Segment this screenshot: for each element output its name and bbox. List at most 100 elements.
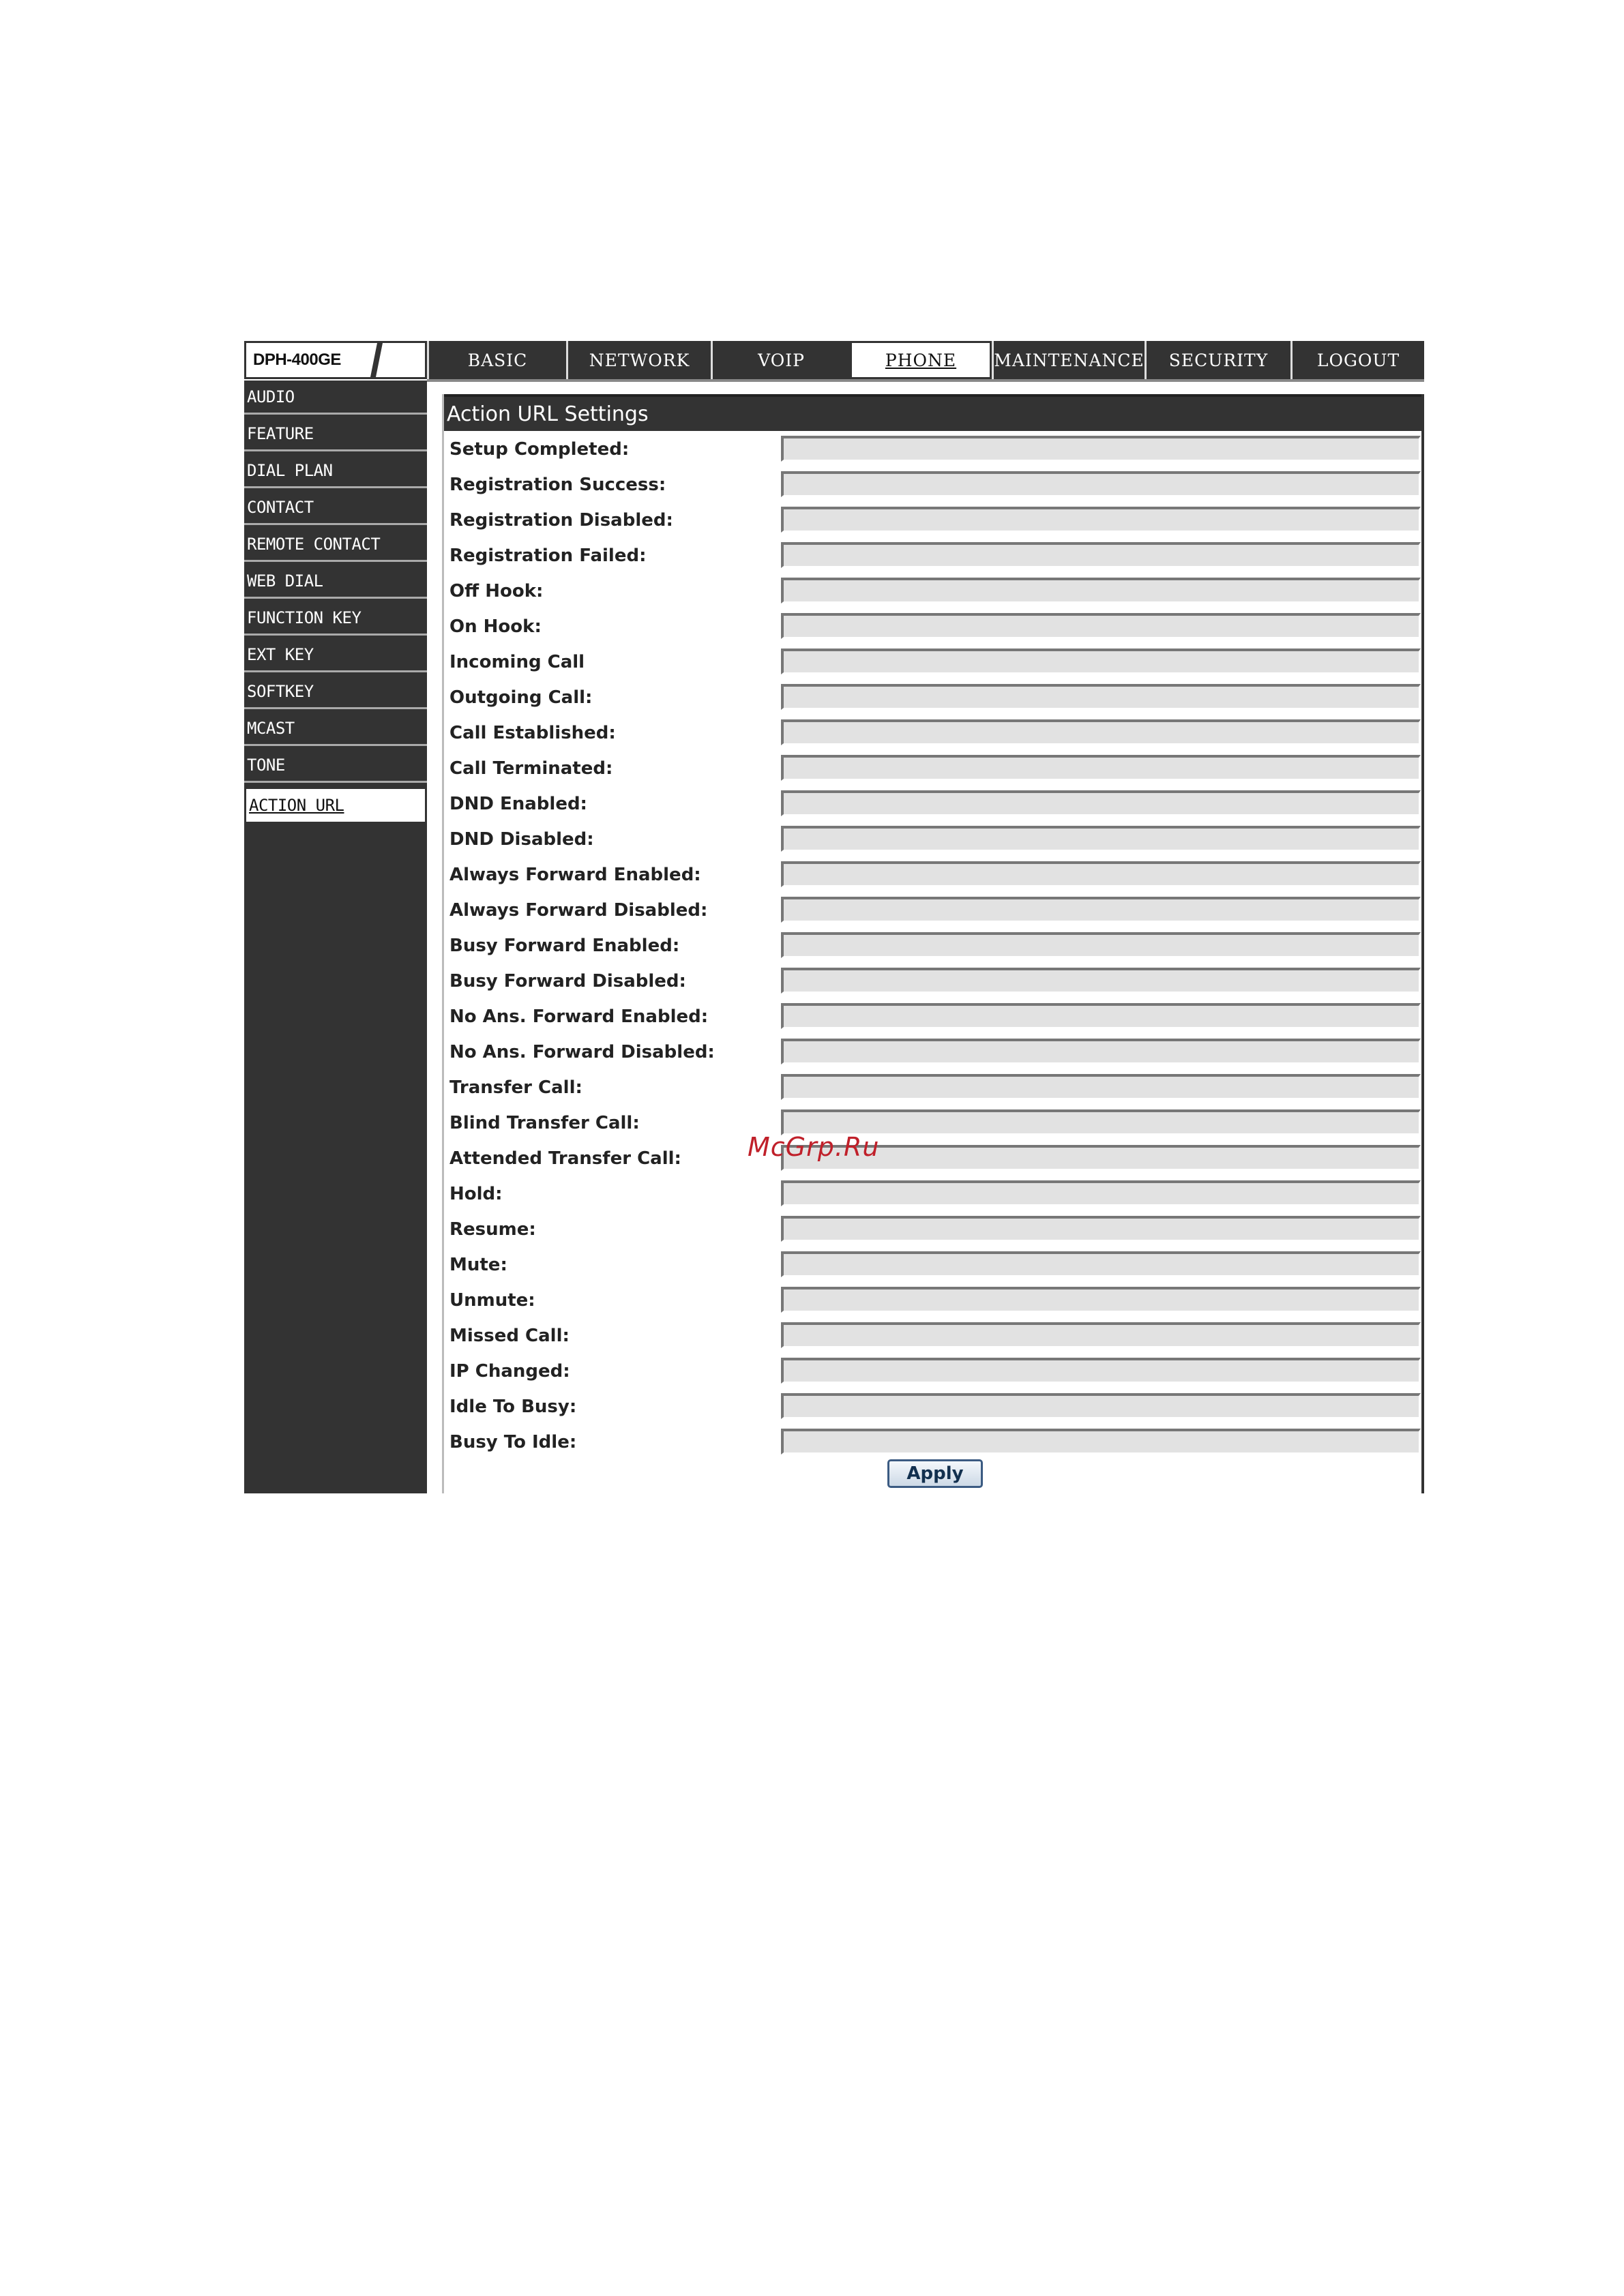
sidebar-item-audio[interactable]: AUDIO <box>244 381 427 415</box>
sidebar-item-tone[interactable]: TONE <box>244 749 427 783</box>
registration-disabled-url-input[interactable] <box>781 507 1421 533</box>
brand-logo: DPH-400GE <box>244 341 427 379</box>
field-row: DND Disabled: <box>444 824 1421 859</box>
field-row: Mute: <box>444 1249 1421 1285</box>
unmute-url-input[interactable] <box>781 1287 1421 1313</box>
watermark: McGrp.Ru <box>748 1132 880 1162</box>
field-label: Registration Disabled: <box>449 510 673 531</box>
field-label: Mute: <box>449 1255 507 1275</box>
field-row: IP Changed: <box>444 1356 1421 1391</box>
field-label: Idle To Busy: <box>449 1397 577 1417</box>
field-row: Outgoing Call: <box>444 682 1421 717</box>
busy-to-idle-url-input[interactable] <box>781 1429 1421 1455</box>
sidebar-item-ext-key[interactable]: EXT KEY <box>244 638 427 672</box>
field-label: Transfer Call: <box>449 1077 582 1098</box>
tab-divider <box>427 379 1424 382</box>
idle-to-busy-url-input[interactable] <box>781 1393 1421 1419</box>
sidebar-item-mcast[interactable]: MCAST <box>244 712 427 746</box>
web-admin-window: DPH-400GE BASIC NETWORK VOIP PHONE MAINT… <box>244 341 1424 1493</box>
field-label: Busy Forward Disabled: <box>449 971 686 992</box>
outgoing-call-url-input[interactable] <box>781 684 1421 710</box>
field-row: Unmute: <box>444 1285 1421 1320</box>
sidebar-item-softkey[interactable]: SOFTKEY <box>244 675 427 709</box>
field-row: Busy Forward Enabled: <box>444 930 1421 966</box>
registration-success-url-input[interactable] <box>781 471 1421 497</box>
field-label: On Hook: <box>449 616 542 637</box>
main-tabs: BASIC NETWORK VOIP PHONE MAINTENANCE SEC… <box>427 341 1424 379</box>
tab-logout[interactable]: LOGOUT <box>1290 341 1424 379</box>
field-row: Registration Success: <box>444 469 1421 505</box>
hold-url-input[interactable] <box>781 1180 1421 1206</box>
field-row: On Hook: <box>444 611 1421 646</box>
apply-button[interactable]: Apply <box>887 1459 983 1488</box>
tab-basic[interactable]: BASIC <box>427 341 566 379</box>
incoming-call-url-input[interactable] <box>781 648 1421 674</box>
off-hook-url-input[interactable] <box>781 578 1421 603</box>
tab-network[interactable]: NETWORK <box>566 341 711 379</box>
field-row: No Ans. Forward Enabled: <box>444 1001 1421 1037</box>
always-forward-enabled-url-input[interactable] <box>781 861 1421 887</box>
field-label: Call Terminated: <box>449 758 613 779</box>
tab-security[interactable]: SECURITY <box>1145 341 1290 379</box>
field-label: Attended Transfer Call: <box>449 1148 681 1169</box>
panel-title: Action URL Settings <box>444 394 1421 431</box>
no-ans-forward-enabled-url-input[interactable] <box>781 1003 1421 1029</box>
action-url-panel: Action URL Settings Setup Completed: Reg… <box>442 394 1424 1493</box>
field-row: Blind Transfer Call: <box>444 1107 1421 1143</box>
sidebar-item-action-url[interactable]: ACTION URL <box>244 787 427 824</box>
field-row: Call Terminated: <box>444 753 1421 788</box>
sidebar-item-contact[interactable]: CONTACT <box>244 491 427 525</box>
no-ans-forward-disabled-url-input[interactable] <box>781 1039 1421 1064</box>
field-row: Busy Forward Disabled: <box>444 966 1421 1001</box>
field-label: Resume: <box>449 1219 536 1240</box>
sidebar-item-feature[interactable]: FEATURE <box>244 417 427 451</box>
field-label: Blind Transfer Call: <box>449 1113 640 1133</box>
sidebar-item-dial-plan[interactable]: DIAL PLAN <box>244 454 427 488</box>
field-row: Registration Failed: <box>444 540 1421 576</box>
always-forward-disabled-url-input[interactable] <box>781 897 1421 923</box>
field-label: DND Disabled: <box>449 829 594 850</box>
field-row: Always Forward Enabled: <box>444 859 1421 895</box>
field-label: Unmute: <box>449 1290 535 1311</box>
field-label: Registration Failed: <box>449 546 647 566</box>
transfer-call-url-input[interactable] <box>781 1074 1421 1100</box>
sidebar-item-web-dial[interactable]: WEB DIAL <box>244 565 427 599</box>
field-label: Hold: <box>449 1184 503 1204</box>
field-label: Setup Completed: <box>449 439 630 460</box>
sidebar-item-remote-contact[interactable]: REMOTE CONTACT <box>244 528 427 562</box>
field-label: Always Forward Enabled: <box>449 865 701 885</box>
field-label: IP Changed: <box>449 1361 570 1382</box>
on-hook-url-input[interactable] <box>781 613 1421 639</box>
logo-slash-icon <box>370 343 383 377</box>
field-row: Hold: <box>444 1178 1421 1214</box>
field-row: Busy To Idle: <box>444 1427 1421 1462</box>
tab-phone[interactable]: PHONE <box>850 341 992 379</box>
resume-url-input[interactable] <box>781 1216 1421 1242</box>
field-label: No Ans. Forward Enabled: <box>449 1007 709 1027</box>
field-row: Registration Disabled: <box>444 505 1421 540</box>
dnd-disabled-url-input[interactable] <box>781 826 1421 852</box>
field-row: Off Hook: <box>444 576 1421 611</box>
registration-failed-url-input[interactable] <box>781 542 1421 568</box>
dnd-enabled-url-input[interactable] <box>781 790 1421 816</box>
call-terminated-url-input[interactable] <box>781 755 1421 781</box>
sidebar: AUDIO FEATURE DIAL PLAN CONTACT REMOTE C… <box>244 381 427 1493</box>
field-label: Off Hook: <box>449 581 544 601</box>
field-label: DND Enabled: <box>449 794 587 814</box>
busy-forward-enabled-url-input[interactable] <box>781 932 1421 958</box>
field-row: Always Forward Disabled: <box>444 895 1421 930</box>
ip-changed-url-input[interactable] <box>781 1358 1421 1384</box>
busy-forward-disabled-url-input[interactable] <box>781 968 1421 994</box>
field-label: No Ans. Forward Disabled: <box>449 1042 715 1062</box>
sidebar-item-function-key[interactable]: FUNCTION KEY <box>244 601 427 636</box>
field-row: Setup Completed: <box>444 434 1421 469</box>
call-established-url-input[interactable] <box>781 719 1421 745</box>
field-row: Transfer Call: <box>444 1072 1421 1107</box>
tab-maintenance[interactable]: MAINTENANCE <box>992 341 1145 379</box>
field-label: Missed Call: <box>449 1326 570 1346</box>
setup-completed-url-input[interactable] <box>781 436 1421 462</box>
missed-call-url-input[interactable] <box>781 1322 1421 1348</box>
mute-url-input[interactable] <box>781 1251 1421 1277</box>
tab-voip[interactable]: VOIP <box>711 341 850 379</box>
field-row: Resume: <box>444 1214 1421 1249</box>
